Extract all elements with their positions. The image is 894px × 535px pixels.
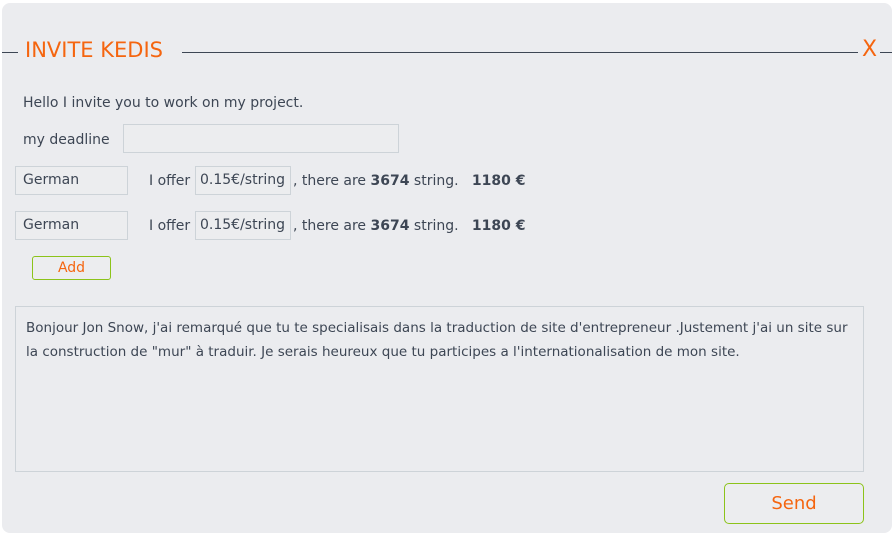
intro-text: Hello I invite you to work on my project… [23,95,304,111]
offer-label: I offer [149,218,191,234]
invite-dialog: INVITE KEDIS X Hello I invite you to wor… [2,3,892,533]
language-select[interactable]: German [15,211,128,240]
row-total: 1180 € [471,218,526,234]
dialog-title: INVITE KEDIS [25,38,163,62]
row-total: 1180 € [471,173,526,189]
close-icon[interactable]: X [862,37,877,62]
title-divider [182,52,858,53]
title-divider-left [2,52,18,53]
row-summary: , there are 3674 string. 1180 € [293,218,526,234]
title-divider-right [880,52,892,53]
add-button[interactable]: Add [32,256,111,280]
deadline-input[interactable] [123,124,399,153]
offer-label: I offer [149,173,191,189]
row-summary: , there are 3674 string. 1180 € [293,173,526,189]
deadline-label: my deadline [23,132,110,148]
price-input[interactable]: 0.15€/string [195,166,291,195]
message-textarea[interactable]: Bonjour Jon Snow, j'ai remarqué que tu t… [15,306,864,472]
send-button[interactable]: Send [724,483,864,524]
language-select[interactable]: German [15,166,128,195]
price-input[interactable]: 0.15€/string [195,211,291,240]
